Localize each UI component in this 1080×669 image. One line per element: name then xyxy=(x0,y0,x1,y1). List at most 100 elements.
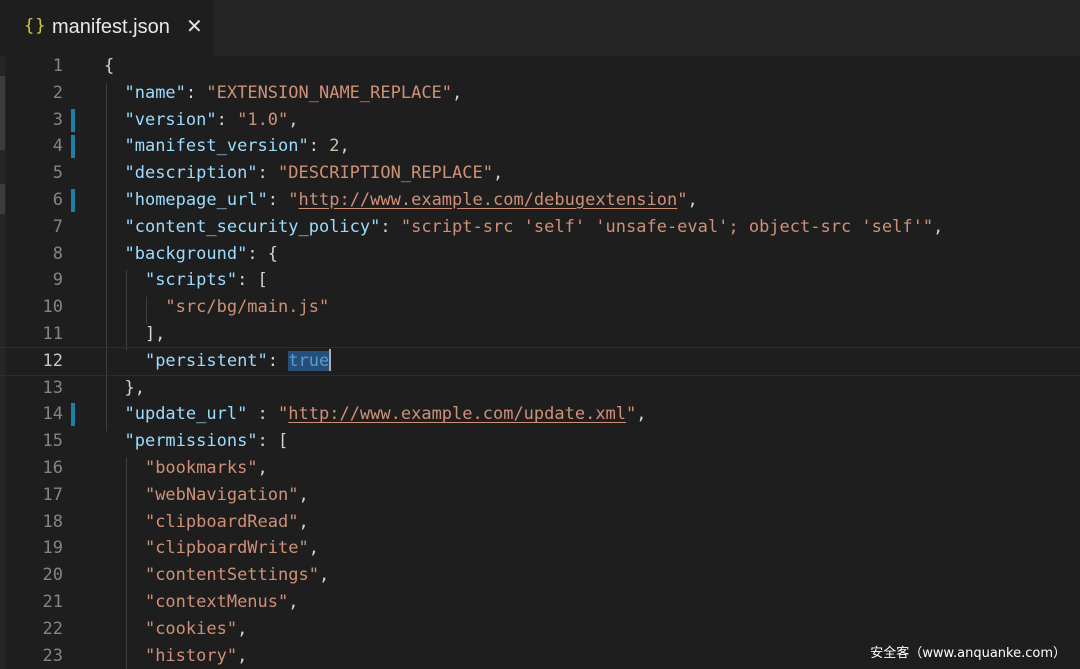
code-token: : [ xyxy=(257,431,289,452)
code-line[interactable]: 19 "clipboardWrite", xyxy=(0,535,1080,562)
code-line[interactable]: 17 "webNavigation", xyxy=(0,482,1080,509)
code-text: "clipboardWrite", xyxy=(104,535,319,562)
code-token: "homepage_url" xyxy=(124,190,268,210)
code-token: "scripts" xyxy=(144,270,238,291)
code-token: "1.0" xyxy=(237,109,289,130)
code-text: "content_security_policy": "script-src '… xyxy=(104,214,943,241)
code-token: , xyxy=(298,484,309,505)
code-line[interactable]: 18 "clipboardRead", xyxy=(0,509,1080,536)
code-token: , xyxy=(687,190,698,210)
code-token: , xyxy=(933,216,944,237)
code-token: "DESCRIPTION_REPLACE" xyxy=(278,163,493,184)
code-line[interactable]: 5 "description": "DESCRIPTION_REPLACE", xyxy=(0,160,1080,187)
modified-line-marker xyxy=(71,108,75,132)
line-number: 12 xyxy=(42,350,63,371)
code-token: ], xyxy=(104,324,166,344)
code-text: "version": "1.0", xyxy=(104,107,298,134)
code-token: " xyxy=(278,404,289,425)
code-token: http://www.example.com/debugextension xyxy=(298,190,678,210)
line-number: 16 xyxy=(42,458,63,478)
line-number: 4 xyxy=(52,136,63,157)
code-line[interactable]: 21 "contextMenus", xyxy=(0,589,1080,616)
modified-line-marker xyxy=(71,189,75,212)
code-line[interactable]: 11 ], xyxy=(0,321,1080,348)
code-token: "bookmarks" xyxy=(144,458,258,478)
code-token: "content_security_policy" xyxy=(124,216,381,237)
code-line[interactable]: 6 "homepage_url": "http://www.example.co… xyxy=(0,187,1080,214)
code-line[interactable]: 13 }, xyxy=(0,375,1080,402)
watermark: 安全客（www.anquanke.com） xyxy=(870,646,1066,661)
line-number: 15 xyxy=(42,431,63,452)
code-token: , xyxy=(288,592,299,612)
code-token: }, xyxy=(104,377,145,398)
code-line[interactable]: 20 "contentSettings", xyxy=(0,562,1080,589)
code-text: "clipboardRead", xyxy=(104,509,309,536)
code-token: "EXTENSION_NAME_REPLACE" xyxy=(206,82,453,103)
code-token: , xyxy=(318,565,330,586)
code-text: "update_url" : "http://www.example.com/u… xyxy=(104,401,647,428)
code-line[interactable]: 1{ xyxy=(0,56,1080,80)
code-line[interactable]: 12 "persistent": true xyxy=(0,346,1080,376)
code-token: , xyxy=(237,618,248,639)
code-line[interactable]: 3 "version": "1.0", xyxy=(0,107,1080,134)
code-token: "clipboardRead" xyxy=(144,511,299,532)
line-number: 20 xyxy=(42,565,63,586)
code-token: , xyxy=(339,136,350,157)
code-token: : xyxy=(216,109,238,130)
code-line[interactable]: 15 "permissions": [ xyxy=(0,428,1080,455)
code-text: "background": { xyxy=(104,241,278,268)
tab-bar: {} manifest.json ✕ xyxy=(0,0,1080,56)
code-token: : xyxy=(267,350,289,371)
code-line[interactable]: 9 "scripts": [ xyxy=(0,267,1080,294)
code-text: "history", xyxy=(104,643,247,669)
code-text: }, xyxy=(104,375,145,402)
tab-manifest-json[interactable]: {} manifest.json ✕ xyxy=(0,0,214,56)
code-text: "description": "DESCRIPTION_REPLACE", xyxy=(104,160,503,187)
code-token: , xyxy=(636,404,647,425)
line-number: 18 xyxy=(42,511,63,532)
code-line[interactable]: 14 "update_url" : "http://www.example.co… xyxy=(0,401,1080,428)
code-line[interactable]: 7 "content_security_policy": "script-src… xyxy=(0,214,1080,241)
line-number: 7 xyxy=(52,216,63,237)
code-token: , xyxy=(452,82,463,103)
tab-title: manifest.json xyxy=(52,16,170,38)
code-line[interactable]: 16 "bookmarks", xyxy=(0,455,1080,482)
code-text: "name": "EXTENSION_NAME_REPLACE", xyxy=(104,80,462,107)
code-token: : xyxy=(380,216,401,237)
code-token: "webNavigation" xyxy=(144,484,299,505)
code-line[interactable]: 8 "background": { xyxy=(0,241,1080,268)
code-text: { xyxy=(104,56,114,80)
code-line[interactable]: 10 "src/bg/main.js" xyxy=(0,294,1080,321)
line-number: 9 xyxy=(52,270,63,291)
code-editor[interactable]: 1{2 "name": "EXTENSION_NAME_REPLACE", 3 "… xyxy=(0,56,1080,669)
code-token: "name" xyxy=(124,82,186,103)
code-token: , xyxy=(492,163,504,184)
line-number: 2 xyxy=(52,82,63,103)
code-line[interactable]: 22 "cookies", xyxy=(0,616,1080,643)
code-token: : xyxy=(247,404,279,425)
code-token: : xyxy=(257,163,279,184)
code-token: { xyxy=(104,56,115,76)
code-text: "contextMenus", xyxy=(104,589,299,616)
code-line[interactable]: 2 "name": "EXTENSION_NAME_REPLACE", xyxy=(0,80,1080,107)
close-icon[interactable]: ✕ xyxy=(186,14,203,38)
code-token: "contextMenus" xyxy=(144,592,289,612)
line-number: 14 xyxy=(42,404,63,425)
code-line[interactable]: 4 "manifest_version": 2, xyxy=(0,133,1080,160)
code-token: : xyxy=(267,190,289,210)
code-text: "manifest_version": 2, xyxy=(104,133,350,160)
code-token: " xyxy=(288,190,299,210)
code-text: "permissions": [ xyxy=(104,428,288,455)
